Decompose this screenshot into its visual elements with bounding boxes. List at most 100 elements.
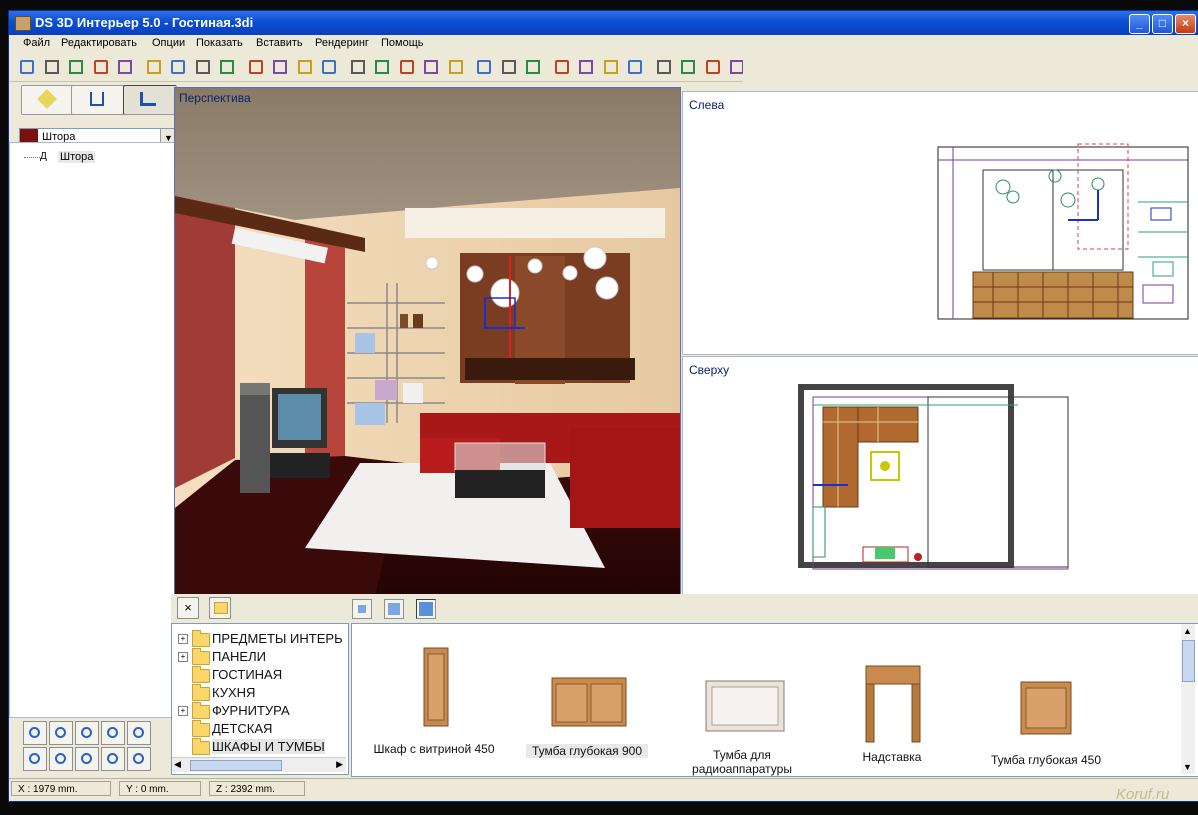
camera-icon[interactable] [625,57,645,77]
library-scrollbar[interactable]: ▲ ▼ [1181,624,1195,774]
category-item[interactable]: ПРЕДМЕТЫ ИНТЕРЬ [212,631,343,646]
viewport-label-perspective: Перспектива [179,91,251,105]
tree-item-icon: Д [40,151,47,162]
door-icon[interactable] [576,57,596,77]
zoom-out-icon[interactable] [127,747,151,771]
rotate-left-icon[interactable] [23,747,47,771]
menu-options[interactable]: Опции [152,37,185,49]
render-icon[interactable] [372,57,392,77]
delete-icon[interactable] [217,57,237,77]
item-thumbnail[interactable] [550,676,628,731]
category-tree: + ПРЕДМЕТЫ ИНТЕРЬ + ПАНЕЛИ ГОСТИНАЯ КУХНЯ + ФУР… [171,623,349,775]
perspective-viewport[interactable]: Перспектива [174,87,681,598]
category-item[interactable]: ШКАФЫ И ТУМБЫ [212,739,325,754]
select-rect-icon[interactable] [23,721,47,745]
print-icon[interactable] [246,57,266,77]
tab-walls[interactable] [71,85,125,115]
side-elevation-drawing [937,143,1189,320]
library-items: Шкаф с витриной 450 Тумба глубокая 900 Тум… [351,623,1198,777]
grid-icon[interactable] [654,57,674,77]
chart-icon[interactable] [678,57,698,77]
chart2-icon[interactable] [703,57,723,77]
item-thumbnail[interactable] [864,664,922,747]
minimize-button[interactable]: _ [1129,14,1150,34]
expand-icon[interactable]: + [178,652,188,662]
close-button[interactable]: × [1175,14,1196,34]
save-icon[interactable] [42,57,62,77]
item-label[interactable]: Тумба для радиоаппаратуры [672,748,812,776]
zoom-icon[interactable] [101,721,125,745]
zoom-extents-icon[interactable] [101,747,125,771]
light-icon[interactable] [523,57,543,77]
surface-icon[interactable] [552,57,572,77]
left-viewport[interactable]: Слева [682,91,1198,355]
rotate-right-icon[interactable] [49,747,73,771]
measure-icon[interactable] [421,57,441,77]
menu-help[interactable]: Помощь [381,37,424,49]
toolbar-filler [743,53,1198,81]
folder-icon [192,738,210,755]
furniture-icon [140,92,156,106]
pan-hand-icon[interactable] [49,721,73,745]
menu-view[interactable]: Показать [196,37,243,49]
menu-bar: Файл Редактировать Опции Показать Встави… [9,35,1198,53]
zoom-window-icon[interactable] [127,721,151,745]
walls-icon [90,92,104,106]
category-item[interactable]: КУХНЯ [212,685,255,700]
category-item[interactable]: ПАНЕЛИ [212,649,266,664]
folder-icon [192,720,210,737]
item-thumbnail[interactable] [704,679,786,736]
small-icons-button[interactable] [352,599,372,619]
close-icon[interactable]: × [177,597,199,619]
category-item[interactable]: ФУРНИТУРА [212,703,290,718]
object-tree: Д Штора [9,142,178,718]
category-item[interactable]: ГОСТИНАЯ [212,667,282,682]
menu-edit[interactable]: Редактировать [61,37,137,49]
item-thumbnail[interactable] [1019,680,1073,739]
category-item[interactable]: ДЕТСКАЯ [212,721,272,736]
room-render [175,88,680,597]
watermark: Koruf.ru [1116,786,1170,803]
item-label[interactable]: Тумба глубокая 450 [976,753,1116,767]
ungroup-icon[interactable] [319,57,339,77]
top-viewport[interactable]: Сверху [682,356,1198,610]
paste-icon[interactable] [193,57,213,77]
box-icon[interactable] [499,57,519,77]
cut-icon[interactable] [144,57,164,77]
hand-icon[interactable] [75,721,99,745]
large-icons-button[interactable] [416,599,436,619]
maximize-button[interactable]: □ [1152,14,1173,34]
print-preview-icon[interactable] [91,57,111,77]
screenshot-icon[interactable] [270,57,290,77]
menu-render[interactable]: Рендеринг [315,37,369,49]
open-icon[interactable] [66,57,86,77]
category-scrollbar[interactable]: ◀ ▶ [172,757,346,772]
expand-icon[interactable]: + [178,706,188,716]
tab-brush[interactable] [21,85,75,115]
copy-view-icon[interactable] [115,57,135,77]
angle-icon[interactable] [446,57,466,77]
texture-icon[interactable] [601,57,621,77]
zoom-in-icon[interactable] [75,747,99,771]
medium-icons-button[interactable] [384,599,404,619]
menu-insert[interactable]: Вставить [256,37,303,49]
status-y: Y : 0 mm. [119,781,201,796]
item-label[interactable]: Тумба глубокая 900 [526,744,648,758]
up-folder-icon[interactable] [209,597,231,619]
tab-furniture[interactable] [123,85,177,115]
item-label[interactable]: Надставка [822,750,962,764]
status-z: Z : 2392 mm. [209,781,305,796]
item-label[interactable]: Шкаф с витриной 450 [364,742,504,756]
copy-icon[interactable] [168,57,188,77]
group-icon[interactable] [295,57,315,77]
menu-file[interactable]: Файл [23,37,50,49]
folder-icon [192,630,210,647]
material-icon[interactable] [397,57,417,77]
expand-icon[interactable]: + [178,634,188,644]
layout-icon[interactable] [474,57,494,77]
new-icon[interactable] [17,57,37,77]
item-thumbnail[interactable] [422,646,452,731]
wall-icon[interactable] [348,57,368,77]
title-bar[interactable]: DS 3D Интерьер 5.0 - Гостиная.3di _ □ × [9,11,1198,35]
tree-item-label[interactable]: Штора [58,151,96,163]
